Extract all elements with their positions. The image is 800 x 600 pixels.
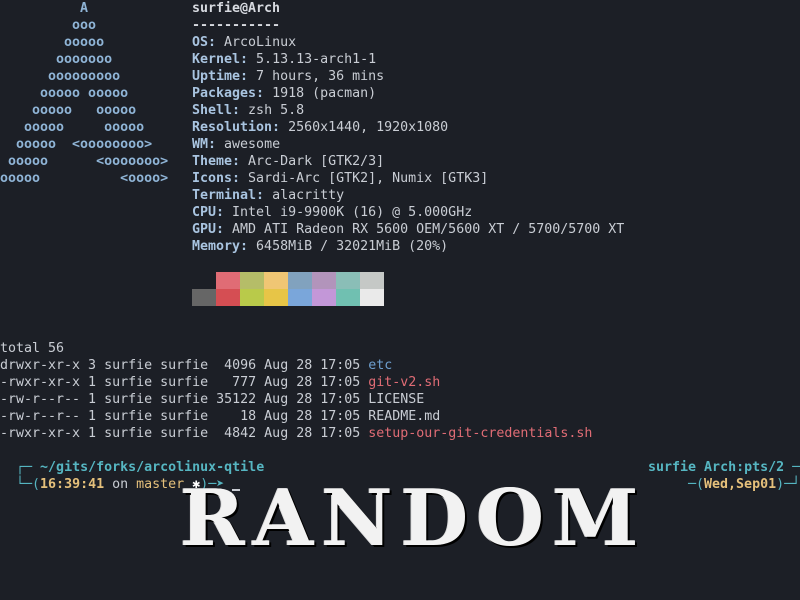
info-row: Uptime: 7 hours, 36 mins xyxy=(192,68,384,85)
info-row: CPU: Intel i9-9900K (16) @ 5.000GHz xyxy=(192,204,472,221)
ls-meta: -rwxr-xr-x 1 surfie surfie 4842 Aug 28 1… xyxy=(0,426,369,441)
prompt-date: ─(Wed,Sep01)─┘ xyxy=(688,477,800,492)
info-row: GPU: AMD ATI Radeon RX 5600 OEM/5600 XT … xyxy=(192,221,624,238)
color-swatch xyxy=(192,272,216,289)
color-swatch xyxy=(336,272,360,289)
info-value: ArcoLinux xyxy=(216,35,297,50)
ls-total: total 56 xyxy=(0,341,65,356)
ls-filename: git-v2.sh xyxy=(368,375,441,390)
prompt-time: 16:39:41 xyxy=(40,477,105,492)
logo-line: ooooo ooooo xyxy=(0,103,137,118)
ls-row: -rw-r--r-- 1 surfie surfie 18 Aug 28 17:… xyxy=(0,408,440,425)
color-swatch xyxy=(192,289,216,306)
info-value: zsh 5.8 xyxy=(240,103,305,118)
info-value: 7 hours, 36 mins xyxy=(248,69,385,84)
info-key: CPU: xyxy=(192,205,225,220)
random-banner-ascii: RANDOM xyxy=(180,473,647,564)
logo-line: ooooo ooooo xyxy=(0,120,145,135)
color-palette-bottom-row xyxy=(192,289,384,306)
prompt-fill-line: ────────────────────────────────────────… xyxy=(250,442,630,459)
info-value: Intel i9-9900K (16) @ 5.000GHz xyxy=(224,205,473,220)
info-key: Terminal: xyxy=(192,188,265,203)
info-row: Memory: 6458MiB / 32021MiB (20%) xyxy=(192,238,448,255)
logo-line: ooooo xyxy=(0,35,105,50)
ls-meta: drwxr-xr-x 3 surfie surfie 4096 Aug 28 1… xyxy=(0,358,369,373)
ls-filename: LICENSE xyxy=(368,392,425,407)
color-swatch xyxy=(240,289,264,306)
logo-line: ooooo <oooooooo> xyxy=(0,137,153,152)
color-swatch xyxy=(216,289,240,306)
info-value: 1918 (pacman) xyxy=(264,86,377,101)
info-row: Packages: 1918 (pacman) xyxy=(192,85,376,102)
git-branch: master xyxy=(136,477,185,492)
ls-meta: -rw-r--r-- 1 surfie surfie 18 Aug 28 17:… xyxy=(0,409,369,424)
color-swatch xyxy=(216,272,240,289)
info-row: OS: ArcoLinux xyxy=(192,34,296,51)
ls-row: -rw-r--r-- 1 surfie surfie 35122 Aug 28 … xyxy=(0,391,424,408)
neofetch-userhost: surfie@Arch xyxy=(192,1,281,16)
color-swatch xyxy=(288,289,312,306)
info-row: Resolution: 2560x1440, 1920x1080 xyxy=(192,119,448,136)
color-swatch xyxy=(264,272,288,289)
info-key: Icons: xyxy=(192,171,241,186)
ls-meta: -rwxr-xr-x 1 surfie surfie 777 Aug 28 17… xyxy=(0,375,369,390)
info-key: GPU: xyxy=(192,222,225,237)
logo-line: ooooo <oooo> xyxy=(0,171,169,186)
info-row: Icons: Sardi-Arc [GTK2], Numix [GTK3] xyxy=(192,170,488,187)
logo-line: A xyxy=(0,1,89,16)
info-value: 5.13.13-arch1-1 xyxy=(248,52,377,67)
info-key: OS: xyxy=(192,35,217,50)
info-value: 2560x1440, 1920x1080 xyxy=(280,120,449,135)
info-key: Shell: xyxy=(192,103,241,118)
color-swatch xyxy=(240,272,264,289)
info-value: Arc-Dark [GTK2/3] xyxy=(240,154,385,169)
color-swatch xyxy=(264,289,288,306)
color-swatch xyxy=(360,289,384,306)
color-swatch xyxy=(312,289,336,306)
logo-line: ooo xyxy=(0,18,97,33)
info-key: WM: xyxy=(192,137,217,152)
ls-row: -rwxr-xr-x 1 surfie surfie 777 Aug 28 17… xyxy=(0,374,440,391)
ls-row: -rwxr-xr-x 1 surfie surfie 4842 Aug 28 1… xyxy=(0,425,592,442)
info-value: awesome xyxy=(216,137,281,152)
info-key: Memory: xyxy=(192,239,249,254)
info-key: Uptime: xyxy=(192,69,249,84)
info-value: 6458MiB / 32021MiB (20%) xyxy=(248,239,449,254)
color-swatch xyxy=(360,272,384,289)
info-key: Packages: xyxy=(192,86,265,101)
color-palette-top-row xyxy=(192,272,384,289)
info-row: Kernel: 5.13.13-arch1-1 xyxy=(192,51,376,68)
info-row: Shell: zsh 5.8 xyxy=(192,102,304,119)
color-swatch xyxy=(312,272,336,289)
logo-line: ooooooooo xyxy=(0,69,121,84)
ls-filename: etc xyxy=(368,358,393,373)
ls-row: drwxr-xr-x 3 surfie surfie 4096 Aug 28 1… xyxy=(0,357,392,374)
info-value: AMD ATI Radeon RX 5600 OEM/5600 XT / 570… xyxy=(224,222,625,237)
info-row: WM: awesome xyxy=(192,136,280,153)
info-key: Resolution: xyxy=(192,120,281,135)
info-value: Sardi-Arc [GTK2], Numix [GTK3] xyxy=(240,171,489,186)
neofetch-separator: ----------- xyxy=(192,18,281,33)
prompt-on-text: on xyxy=(104,477,137,492)
logo-line: ooooooo xyxy=(0,52,113,67)
info-value: alacritty xyxy=(264,188,345,203)
color-swatch xyxy=(336,289,360,306)
prompt-deco-left-2: └─( xyxy=(16,477,41,492)
info-key: Kernel: xyxy=(192,52,249,67)
info-row: Theme: Arc-Dark [GTK2/3] xyxy=(192,153,384,170)
info-key: Theme: xyxy=(192,154,241,169)
ls-filename: setup-our-git-credentials.sh xyxy=(368,426,593,441)
ls-filename: README.md xyxy=(368,409,441,424)
ls-meta: -rw-r--r-- 1 surfie surfie 35122 Aug 28 … xyxy=(0,392,369,407)
logo-line: ooooo ooooo xyxy=(0,86,129,101)
color-swatch xyxy=(288,272,312,289)
prompt-user-tty: surfie Arch:pts/2 ─┐ xyxy=(648,460,800,475)
logo-line: ooooo <ooooooo> xyxy=(0,154,169,169)
info-row: Terminal: alacritty xyxy=(192,187,344,204)
